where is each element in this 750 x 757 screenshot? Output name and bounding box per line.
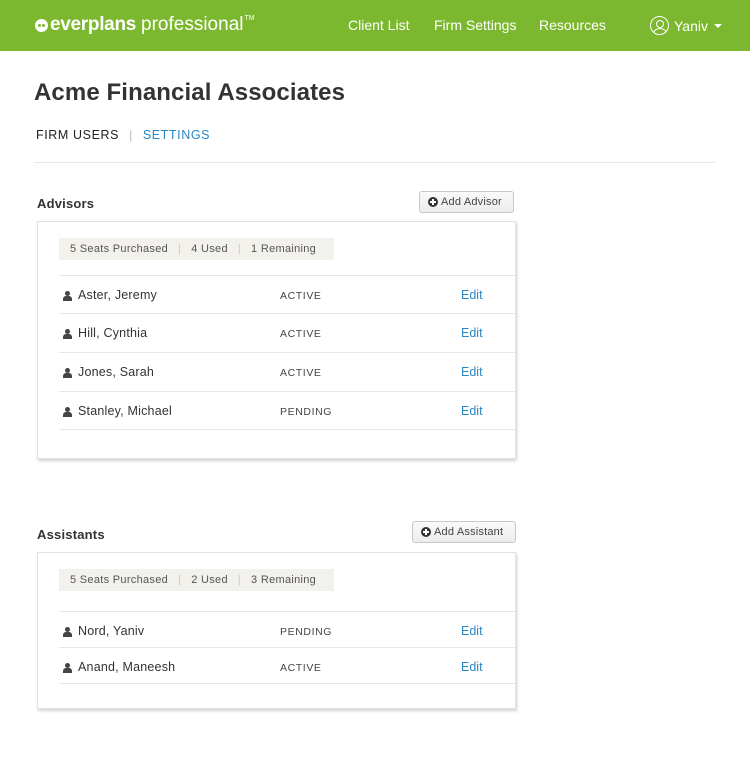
seats-remaining: 3 Remaining bbox=[251, 574, 317, 586]
advisors-section-title: Advisors bbox=[37, 196, 95, 211]
table-row: Aster, Jeremy ACTIVE Edit bbox=[59, 275, 515, 313]
logo-text-light: professional bbox=[141, 14, 244, 35]
seats-separator: | bbox=[237, 574, 242, 586]
user-status: PENDING bbox=[280, 406, 333, 418]
seats-used: 2 Used bbox=[191, 574, 228, 586]
user-name: Aster, Jeremy bbox=[78, 288, 158, 302]
user-icon bbox=[63, 329, 72, 339]
user-name: Hill, Cynthia bbox=[78, 326, 148, 340]
seats-separator: | bbox=[237, 243, 242, 255]
sub-navigation: FIRM USERS | SETTINGS bbox=[36, 128, 210, 142]
user-avatar-icon bbox=[650, 16, 669, 35]
logo-text-bold: everplans bbox=[50, 14, 137, 35]
user-icon bbox=[63, 663, 72, 673]
user-icon bbox=[63, 627, 72, 637]
table-row: Stanley, Michael PENDING Edit bbox=[59, 391, 515, 430]
advisors-card: 5 Seats Purchased | 4 Used | 1 Remaining… bbox=[37, 221, 516, 459]
user-status: ACTIVE bbox=[280, 290, 322, 302]
caret-down-icon bbox=[713, 23, 722, 28]
user-status: PENDING bbox=[280, 626, 333, 638]
table-row: Anand, Maneesh ACTIVE Edit bbox=[59, 647, 515, 684]
everplans-logo[interactable]: everplans professional TM bbox=[35, 13, 255, 37]
edit-link[interactable]: Edit bbox=[461, 624, 483, 638]
advisors-seats-summary: 5 Seats Purchased | 4 Used | 1 Remaining bbox=[59, 238, 334, 260]
add-advisor-button[interactable]: Add Advisor bbox=[419, 191, 514, 213]
user-name: Yaniv bbox=[674, 17, 708, 34]
user-menu[interactable]: Yaniv bbox=[650, 16, 722, 35]
top-nav-bar: everplans professional TM Client List Fi… bbox=[0, 0, 750, 51]
edit-link[interactable]: Edit bbox=[461, 326, 483, 340]
nav-firm-settings[interactable]: Firm Settings bbox=[434, 17, 516, 33]
everplans-logo-icon bbox=[35, 18, 48, 32]
tab-settings[interactable]: SETTINGS bbox=[143, 128, 210, 142]
user-icon bbox=[63, 291, 72, 301]
user-status: ACTIVE bbox=[280, 367, 322, 379]
seats-purchased: 5 Seats Purchased bbox=[70, 243, 169, 255]
user-name: Stanley, Michael bbox=[78, 404, 172, 418]
edit-link[interactable]: Edit bbox=[461, 365, 483, 379]
seats-separator: | bbox=[178, 243, 182, 255]
logo-trademark: TM bbox=[244, 14, 255, 22]
add-assistant-label: Add Assistant bbox=[434, 526, 504, 538]
user-status: ACTIVE bbox=[280, 328, 322, 340]
seats-used: 4 Used bbox=[191, 243, 228, 255]
edit-link[interactable]: Edit bbox=[461, 288, 483, 302]
table-row: Hill, Cynthia ACTIVE Edit bbox=[59, 313, 515, 351]
table-row: Jones, Sarah ACTIVE Edit bbox=[59, 352, 515, 390]
add-assistant-button[interactable]: Add Assistant bbox=[412, 521, 516, 543]
assistants-section-title: Assistants bbox=[37, 527, 105, 542]
nav-resources[interactable]: Resources bbox=[539, 17, 606, 33]
plus-circle-icon bbox=[428, 197, 438, 207]
subnav-separator: | bbox=[129, 128, 133, 142]
header-divider bbox=[34, 162, 715, 163]
assistants-seats-summary: 5 Seats Purchased | 2 Used | 3 Remaining bbox=[59, 569, 334, 591]
seats-purchased: 5 Seats Purchased bbox=[70, 574, 169, 586]
add-advisor-label: Add Advisor bbox=[441, 196, 502, 208]
user-icon bbox=[63, 368, 72, 378]
assistants-card: 5 Seats Purchased | 2 Used | 3 Remaining… bbox=[37, 552, 516, 709]
nav-client-list[interactable]: Client List bbox=[348, 17, 409, 33]
tab-firm-users[interactable]: FIRM USERS bbox=[36, 128, 119, 142]
table-row: Nord, Yaniv PENDING Edit bbox=[59, 611, 515, 649]
user-name: Anand, Maneesh bbox=[78, 660, 176, 674]
seats-remaining: 1 Remaining bbox=[251, 243, 317, 255]
user-icon bbox=[63, 407, 72, 417]
user-name: Jones, Sarah bbox=[78, 365, 155, 379]
user-name: Nord, Yaniv bbox=[78, 624, 145, 638]
plus-circle-icon bbox=[421, 527, 431, 537]
user-status: ACTIVE bbox=[280, 662, 322, 674]
seats-separator: | bbox=[178, 574, 182, 586]
page-title: Acme Financial Associates bbox=[34, 79, 346, 106]
edit-link[interactable]: Edit bbox=[461, 404, 483, 418]
edit-link[interactable]: Edit bbox=[461, 660, 483, 674]
